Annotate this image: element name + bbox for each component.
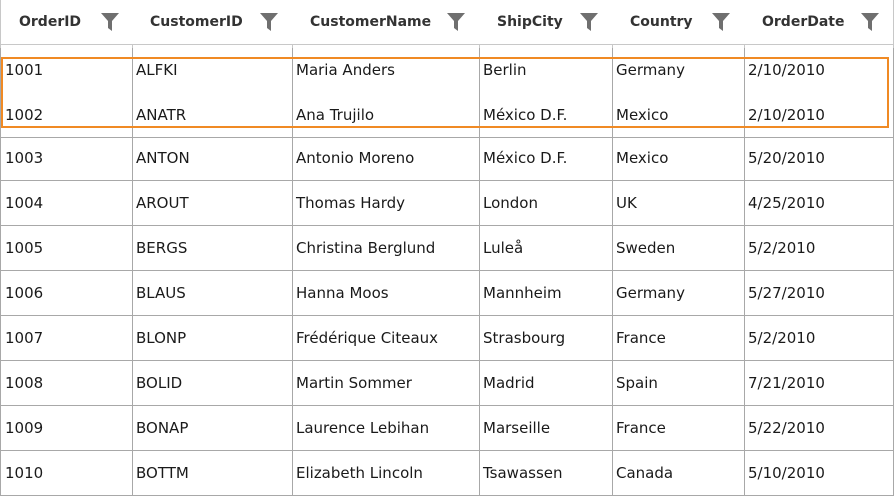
column-header-label: Country <box>630 14 693 30</box>
cell-shipcity[interactable]: Madrid <box>479 361 613 406</box>
column-header-orderid[interactable]: OrderID <box>0 0 133 45</box>
cell-customername[interactable]: Laurence Lebihan <box>292 406 480 451</box>
cell-country[interactable]: Spain <box>612 361 745 406</box>
cell-orderdate[interactable]: 5/22/2010 <box>744 406 894 451</box>
cell-customername[interactable]: Hanna Moos <box>292 271 480 316</box>
table-row[interactable]: 1007 BLONP Frédérique Citeaux Strasbourg Fra… <box>0 316 894 361</box>
filter-icon[interactable] <box>711 12 731 32</box>
cell-customerid[interactable]: ANTON <box>132 136 293 181</box>
filter-icon[interactable] <box>446 12 466 32</box>
column-header-orderdate[interactable]: OrderDate <box>744 0 894 45</box>
table-row[interactable]: 1010 BOTTM Elizabeth Lincoln Tsawassen Canad… <box>0 451 894 496</box>
cell-orderdate[interactable]: 2/10/2010 <box>744 48 894 93</box>
filter-icon[interactable] <box>100 12 120 32</box>
column-header-shipcity[interactable]: ShipCity <box>479 0 613 45</box>
cell-customername[interactable]: Thomas Hardy <box>292 181 480 226</box>
column-header-label: CustomerID <box>150 14 243 30</box>
cell-customerid[interactable]: BOLID <box>132 361 293 406</box>
cell-orderdate[interactable]: 7/21/2010 <box>744 361 894 406</box>
cell-orderid[interactable]: 1003 <box>0 136 133 181</box>
table-row[interactable]: 1002 ANATR Ana Trujilo México D.F. Mexico 2/1… <box>0 93 894 138</box>
cell-orderid[interactable]: 1001 <box>0 48 133 93</box>
table-row[interactable]: 1001 ALFKI Maria Anders Berlin Germany 2/10/2… <box>0 48 894 93</box>
cell-customername[interactable]: Ana Trujilo <box>292 93 480 138</box>
table-row[interactable]: 1008 BOLID Martin Sommer Madrid Spain 7/21/20… <box>0 361 894 406</box>
cell-orderid[interactable]: 1005 <box>0 226 133 271</box>
cell-customername[interactable]: Frédérique Citeaux <box>292 316 480 361</box>
cell-orderdate[interactable]: 5/2/2010 <box>744 226 894 271</box>
cell-orderdate[interactable]: 2/10/2010 <box>744 93 894 138</box>
cell-shipcity[interactable]: Luleå <box>479 226 613 271</box>
cell-country[interactable]: France <box>612 406 745 451</box>
table-row[interactable]: 1004 AROUT Thomas Hardy London UK 4/25/2010 <box>0 181 894 226</box>
cell-customername[interactable]: Elizabeth Lincoln <box>292 451 480 496</box>
cell-customerid[interactable]: BONAP <box>132 406 293 451</box>
cell-country[interactable]: Germany <box>612 271 745 316</box>
column-header-customername[interactable]: CustomerName <box>292 0 480 45</box>
cell-orderid[interactable]: 1010 <box>0 451 133 496</box>
column-header-label: CustomerName <box>310 14 432 30</box>
cell-customerid[interactable]: BLAUS <box>132 271 293 316</box>
cell-customerid[interactable]: AROUT <box>132 181 293 226</box>
column-header-label: OrderDate <box>762 14 845 30</box>
cell-customername[interactable]: Martin Sommer <box>292 361 480 406</box>
cell-customerid[interactable]: BOTTM <box>132 451 293 496</box>
cell-country[interactable]: Canada <box>612 451 745 496</box>
cell-customerid[interactable]: BERGS <box>132 226 293 271</box>
column-header-label: ShipCity <box>497 14 563 30</box>
cell-country[interactable]: Mexico <box>612 136 745 181</box>
column-header-label: OrderID <box>19 14 82 30</box>
filter-icon[interactable] <box>860 12 880 32</box>
cell-shipcity[interactable]: México D.F. <box>479 93 613 138</box>
cell-customerid[interactable]: BLONP <box>132 316 293 361</box>
cell-customerid[interactable]: ANATR <box>132 93 293 138</box>
cell-country[interactable]: Mexico <box>612 93 745 138</box>
cell-country[interactable]: UK <box>612 181 745 226</box>
cell-shipcity[interactable]: London <box>479 181 613 226</box>
column-header-customerid[interactable]: CustomerID <box>132 0 293 45</box>
cell-orderid[interactable]: 1009 <box>0 406 133 451</box>
cell-orderdate[interactable]: 5/27/2010 <box>744 271 894 316</box>
cell-orderdate[interactable]: 5/2/2010 <box>744 316 894 361</box>
filter-icon[interactable] <box>579 12 599 32</box>
column-header-country[interactable]: Country <box>612 0 745 45</box>
cell-orderdate[interactable]: 5/10/2010 <box>744 451 894 496</box>
cell-customername[interactable]: Christina Berglund <box>292 226 480 271</box>
cell-orderid[interactable]: 1006 <box>0 271 133 316</box>
cell-customerid[interactable]: ALFKI <box>132 48 293 93</box>
cell-country[interactable]: Sweden <box>612 226 745 271</box>
filter-icon[interactable] <box>259 12 279 32</box>
cell-orderid[interactable]: 1007 <box>0 316 133 361</box>
data-grid: OrderID CustomerID CustomerName ShipCity Cou… <box>0 0 894 496</box>
table-row[interactable]: 1003 ANTON Antonio Moreno México D.F. Mexico… <box>0 136 894 181</box>
cell-shipcity[interactable]: Berlin <box>479 48 613 93</box>
cell-orderdate[interactable]: 5/20/2010 <box>744 136 894 181</box>
table-row[interactable]: 1006 BLAUS Hanna Moos Mannheim Germany 5/27/2… <box>0 271 894 316</box>
cell-shipcity[interactable]: México D.F. <box>479 136 613 181</box>
cell-orderdate[interactable]: 4/25/2010 <box>744 181 894 226</box>
cell-customername[interactable]: Maria Anders <box>292 48 480 93</box>
cell-shipcity[interactable]: Tsawassen <box>479 451 613 496</box>
cell-country[interactable]: Germany <box>612 48 745 93</box>
table-row[interactable]: 1009 BONAP Laurence Lebihan Marseille France… <box>0 406 894 451</box>
cell-shipcity[interactable]: Marseille <box>479 406 613 451</box>
table-row[interactable]: 1005 BERGS Christina Berglund Luleå Sweden 5/… <box>0 226 894 271</box>
cell-shipcity[interactable]: Strasbourg <box>479 316 613 361</box>
cell-orderid[interactable]: 1002 <box>0 93 133 138</box>
cell-orderid[interactable]: 1004 <box>0 181 133 226</box>
cell-orderid[interactable]: 1008 <box>0 361 133 406</box>
cell-shipcity[interactable]: Mannheim <box>479 271 613 316</box>
cell-customername[interactable]: Antonio Moreno <box>292 136 480 181</box>
cell-country[interactable]: France <box>612 316 745 361</box>
